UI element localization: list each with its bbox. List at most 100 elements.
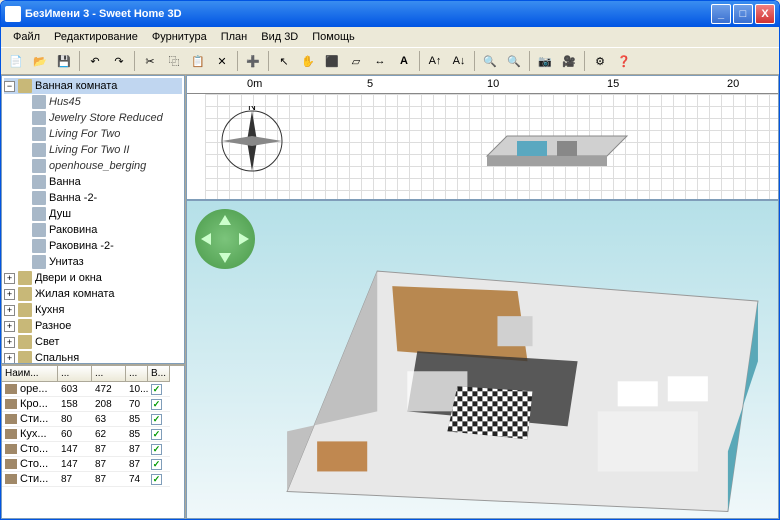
text-icon[interactable]: A <box>393 50 415 72</box>
tree-category[interactable]: +Кухня <box>4 302 182 318</box>
expand-icon[interactable]: + <box>4 321 15 332</box>
tree-item[interactable]: openhouse_berging <box>4 158 182 174</box>
open-icon[interactable]: 📂 <box>29 50 51 72</box>
table-row[interactable]: ope...60347210...✓ <box>2 382 184 397</box>
collapse-icon[interactable]: − <box>4 81 15 92</box>
tree-category[interactable]: +Спальня <box>4 350 182 364</box>
nav-3d-control[interactable] <box>195 209 255 269</box>
tree-item[interactable]: Ванна -2- <box>4 190 182 206</box>
visible-checkbox[interactable]: ✓ <box>151 474 162 485</box>
table-row[interactable]: Кро...15820870✓ <box>2 397 184 412</box>
col-visible[interactable]: В... <box>148 366 170 382</box>
zoom-in-icon[interactable]: 🔍 <box>479 50 501 72</box>
table-row[interactable]: Сто...1478787✓ <box>2 442 184 457</box>
expand-icon[interactable]: + <box>4 337 15 348</box>
menu-help[interactable]: Помощь <box>306 29 361 45</box>
photo-icon[interactable]: 📷 <box>534 50 556 72</box>
furniture-icon <box>32 111 46 125</box>
dimension-icon[interactable]: ↔ <box>369 50 391 72</box>
menu-bar: Файл Редактирование Фурнитура План Вид 3… <box>1 27 779 47</box>
furniture-table[interactable]: Наим... ... ... ... В... ope...60347210.… <box>1 364 185 519</box>
tree-item[interactable]: Jewelry Store Reduced <box>4 110 182 126</box>
paste-icon[interactable]: 📋 <box>187 50 209 72</box>
tree-item[interactable]: Living For Two II <box>4 142 182 158</box>
furniture-icon <box>32 127 46 141</box>
expand-icon[interactable]: + <box>4 353 15 364</box>
table-row[interactable]: Кух...606285✓ <box>2 427 184 442</box>
folder-icon <box>18 335 32 349</box>
row-icon <box>5 459 17 469</box>
preferences-icon[interactable]: ⚙ <box>589 50 611 72</box>
redo-icon[interactable]: ↷ <box>108 50 130 72</box>
compass-icon[interactable]: N <box>217 106 287 176</box>
tree-item[interactable]: Ванна <box>4 174 182 190</box>
tree-category[interactable]: +Разное <box>4 318 182 334</box>
wall-icon[interactable]: ⬛ <box>321 50 343 72</box>
tree-item[interactable]: Раковина -2- <box>4 238 182 254</box>
cut-icon[interactable]: ✂ <box>139 50 161 72</box>
minimize-button[interactable]: _ <box>711 4 731 24</box>
table-row[interactable]: Сти...806385✓ <box>2 412 184 427</box>
tree-item[interactable]: Раковина <box>4 222 182 238</box>
expand-icon[interactable]: + <box>4 289 15 300</box>
tree-item[interactable]: Hus45 <box>4 94 182 110</box>
folder-icon <box>18 303 32 317</box>
new-icon[interactable]: 📄 <box>5 50 27 72</box>
folder-icon <box>18 79 32 93</box>
col-1[interactable]: ... <box>58 366 92 382</box>
expand-icon[interactable]: + <box>4 305 15 316</box>
help-icon[interactable]: ❓ <box>613 50 635 72</box>
tree-item[interactable]: Душ <box>4 206 182 222</box>
tree-category-bathroom[interactable]: − Ванная комната <box>4 78 182 94</box>
tree-item[interactable]: Living For Two <box>4 126 182 142</box>
col-3[interactable]: ... <box>126 366 148 382</box>
tree-category[interactable]: +Двери и окна <box>4 270 182 286</box>
delete-icon[interactable]: ✕ <box>211 50 233 72</box>
menu-edit[interactable]: Редактирование <box>48 29 144 45</box>
table-row[interactable]: Сти...878774✓ <box>2 472 184 487</box>
window-title: БезИмени 3 - Sweet Home 3D <box>25 8 182 20</box>
visible-checkbox[interactable]: ✓ <box>151 444 162 455</box>
close-button[interactable]: X <box>755 4 775 24</box>
menu-plan[interactable]: План <box>215 29 254 45</box>
toolbar: 📄 📂 💾 ↶ ↷ ✂ ⿻ 📋 ✕ ➕ ↖ ✋ ⬛ ▱ ↔ A A↑ A↓ 🔍 … <box>1 47 779 75</box>
col-name[interactable]: Наим... <box>2 366 58 382</box>
add-furniture-icon[interactable]: ➕ <box>242 50 264 72</box>
ruler-horizontal: 0m 5 10 15 20 <box>187 76 778 94</box>
visible-checkbox[interactable]: ✓ <box>151 459 162 470</box>
folder-icon <box>18 319 32 333</box>
svg-text:N: N <box>248 106 256 113</box>
text-size-down-icon[interactable]: A↓ <box>448 50 470 72</box>
furniture-icon <box>32 175 46 189</box>
pan-icon[interactable]: ✋ <box>297 50 319 72</box>
furniture-tree[interactable]: − Ванная комната Hus45Jewelry Store Redu… <box>1 75 185 364</box>
select-icon[interactable]: ↖ <box>273 50 295 72</box>
menu-furniture[interactable]: Фурнитура <box>146 29 213 45</box>
plan-view[interactable]: 0m 5 10 15 20 N <box>186 75 779 200</box>
folder-icon <box>18 271 32 285</box>
view-3d[interactable] <box>186 200 779 519</box>
tree-item[interactable]: Унитаз <box>4 254 182 270</box>
menu-3dview[interactable]: Вид 3D <box>255 29 304 45</box>
copy-icon[interactable]: ⿻ <box>163 50 185 72</box>
expand-icon[interactable]: + <box>4 273 15 284</box>
menu-file[interactable]: Файл <box>7 29 46 45</box>
visible-checkbox[interactable]: ✓ <box>151 414 162 425</box>
room-icon[interactable]: ▱ <box>345 50 367 72</box>
zoom-out-icon[interactable]: 🔍 <box>503 50 525 72</box>
col-2[interactable]: ... <box>92 366 126 382</box>
title-bar[interactable]: БезИмени 3 - Sweet Home 3D _ □ X <box>1 1 779 27</box>
maximize-button[interactable]: □ <box>733 4 753 24</box>
table-row[interactable]: Сто...1478787✓ <box>2 457 184 472</box>
tree-category[interactable]: +Свет <box>4 334 182 350</box>
visible-checkbox[interactable]: ✓ <box>151 384 162 395</box>
visible-checkbox[interactable]: ✓ <box>151 399 162 410</box>
furniture-icon <box>32 239 46 253</box>
save-icon[interactable]: 💾 <box>53 50 75 72</box>
text-size-up-icon[interactable]: A↑ <box>424 50 446 72</box>
tree-category[interactable]: +Жилая комната <box>4 286 182 302</box>
furniture-icon <box>32 143 46 157</box>
video-icon[interactable]: 🎥 <box>558 50 580 72</box>
undo-icon[interactable]: ↶ <box>84 50 106 72</box>
visible-checkbox[interactable]: ✓ <box>151 429 162 440</box>
